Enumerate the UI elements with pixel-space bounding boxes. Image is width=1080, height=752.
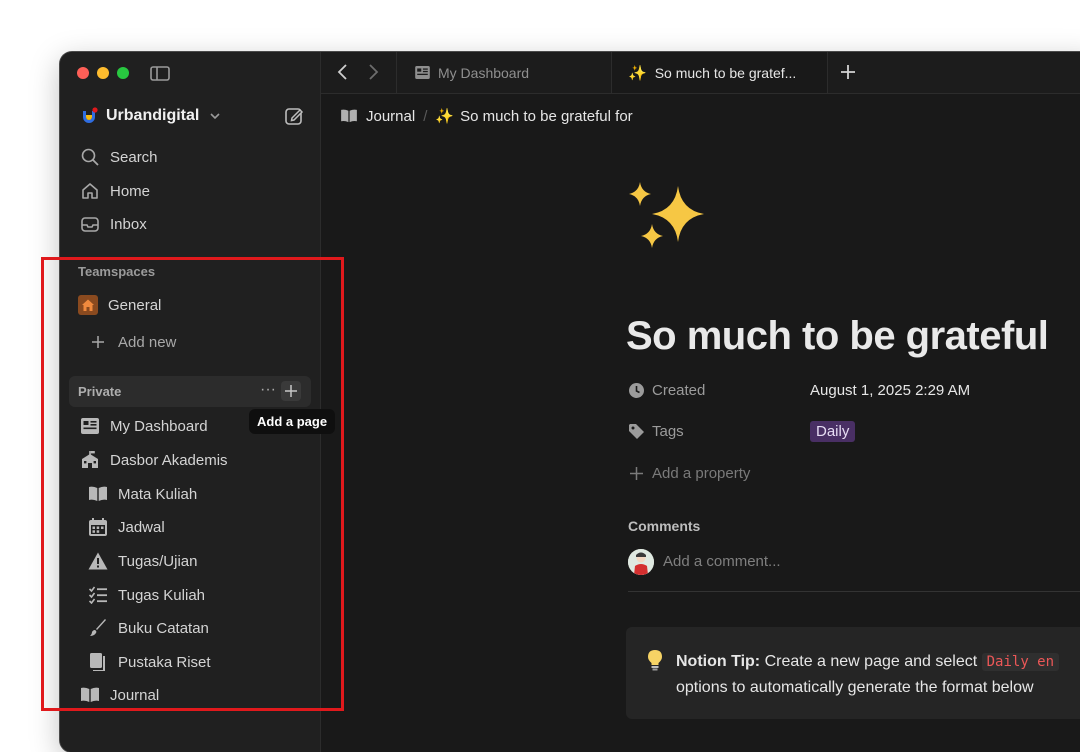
new-tab-plus-icon[interactable] [838,62,858,82]
notion-tip-callout[interactable]: Notion Tip: Create a new page and select… [626,627,1080,719]
breadcrumb-label: Journal [366,107,416,125]
sparkles-icon: ✨ [435,108,455,125]
property-name: Created [652,381,706,399]
property-created-value: August 1, 2025 2:29 AM [810,381,971,399]
tip-code: Daily en [981,653,1060,671]
divider [628,591,1080,592]
breadcrumb-current-page[interactable]: ✨ So much to be grateful for [435,107,633,126]
nav-home[interactable]: Home [80,179,150,203]
maximize-window-button[interactable] [117,67,129,79]
page-icon-sparkles-icon[interactable] [626,180,716,264]
tab-label: My Dashboard [438,64,530,81]
breadcrumb-separator: / [423,107,428,125]
breadcrumb-journal[interactable]: Journal [340,108,415,125]
nav-inbox[interactable]: Inbox [80,212,147,236]
tab-bar: My Dashboard ✨ So much to be gratef... [321,52,1080,94]
nav-home-label: Home [110,182,151,200]
chevron-down-icon [210,113,220,120]
add-property-label: Add a property [652,464,751,482]
add-property-button[interactable]: Add a property [628,462,750,484]
forward-arrow-icon[interactable] [363,62,383,82]
page-title[interactable]: So much to be grateful [626,314,1049,359]
clock-icon [629,382,644,398]
nav-inbox-label: Inbox [110,215,147,233]
dashboard-icon [415,66,430,79]
tag-icon [629,423,644,439]
breadcrumb: Journal / ✨ So much to be grateful for [340,104,633,128]
plus-icon [630,466,643,480]
nav-search-label: Search [110,148,158,166]
comments-label: Comments [628,518,701,534]
tab-label: So much to be gratef... [654,64,797,81]
tip-bold: Notion Tip: [676,653,761,670]
sparkles-icon: ✨ [628,64,647,82]
comment-input[interactable]: Add a comment... [663,553,781,570]
inbox-icon [81,217,99,232]
highlight-annotation-box [41,257,344,711]
workspace-switcher[interactable]: Urbandigital [80,104,221,128]
breadcrumb-label: So much to be grateful for [460,107,633,125]
back-arrow-icon[interactable] [333,62,353,82]
book-icon [341,109,357,123]
sidebar-toggle-icon[interactable] [150,66,170,81]
tab-so-much-to-be-grateful[interactable]: ✨ So much to be gratef... [612,52,828,93]
property-created[interactable]: Created [628,379,705,401]
property-tags[interactable]: Tags [628,420,684,442]
lightbulb-icon [648,650,662,671]
tip-line2: options to automatically generate the fo… [676,679,1034,696]
new-page-compose-icon[interactable] [284,106,304,126]
tag-daily[interactable]: Daily [810,420,856,442]
avatar [628,549,654,575]
home-icon [82,183,98,199]
property-tags-value[interactable]: Daily [810,420,856,442]
search-icon [81,148,99,166]
tab-my-dashboard[interactable]: My Dashboard [396,52,612,93]
workspace-logo-icon [83,107,98,123]
nav-search[interactable]: Search [80,145,158,169]
workspace-name: Urbandigital [106,107,200,124]
tip-text: Notion Tip: Create a new page and select… [676,649,1060,701]
minimize-window-button[interactable] [97,67,109,79]
close-window-button[interactable] [77,67,89,79]
tip-text-before: Create a new page and select [760,653,982,670]
property-name: Tags [652,422,684,440]
